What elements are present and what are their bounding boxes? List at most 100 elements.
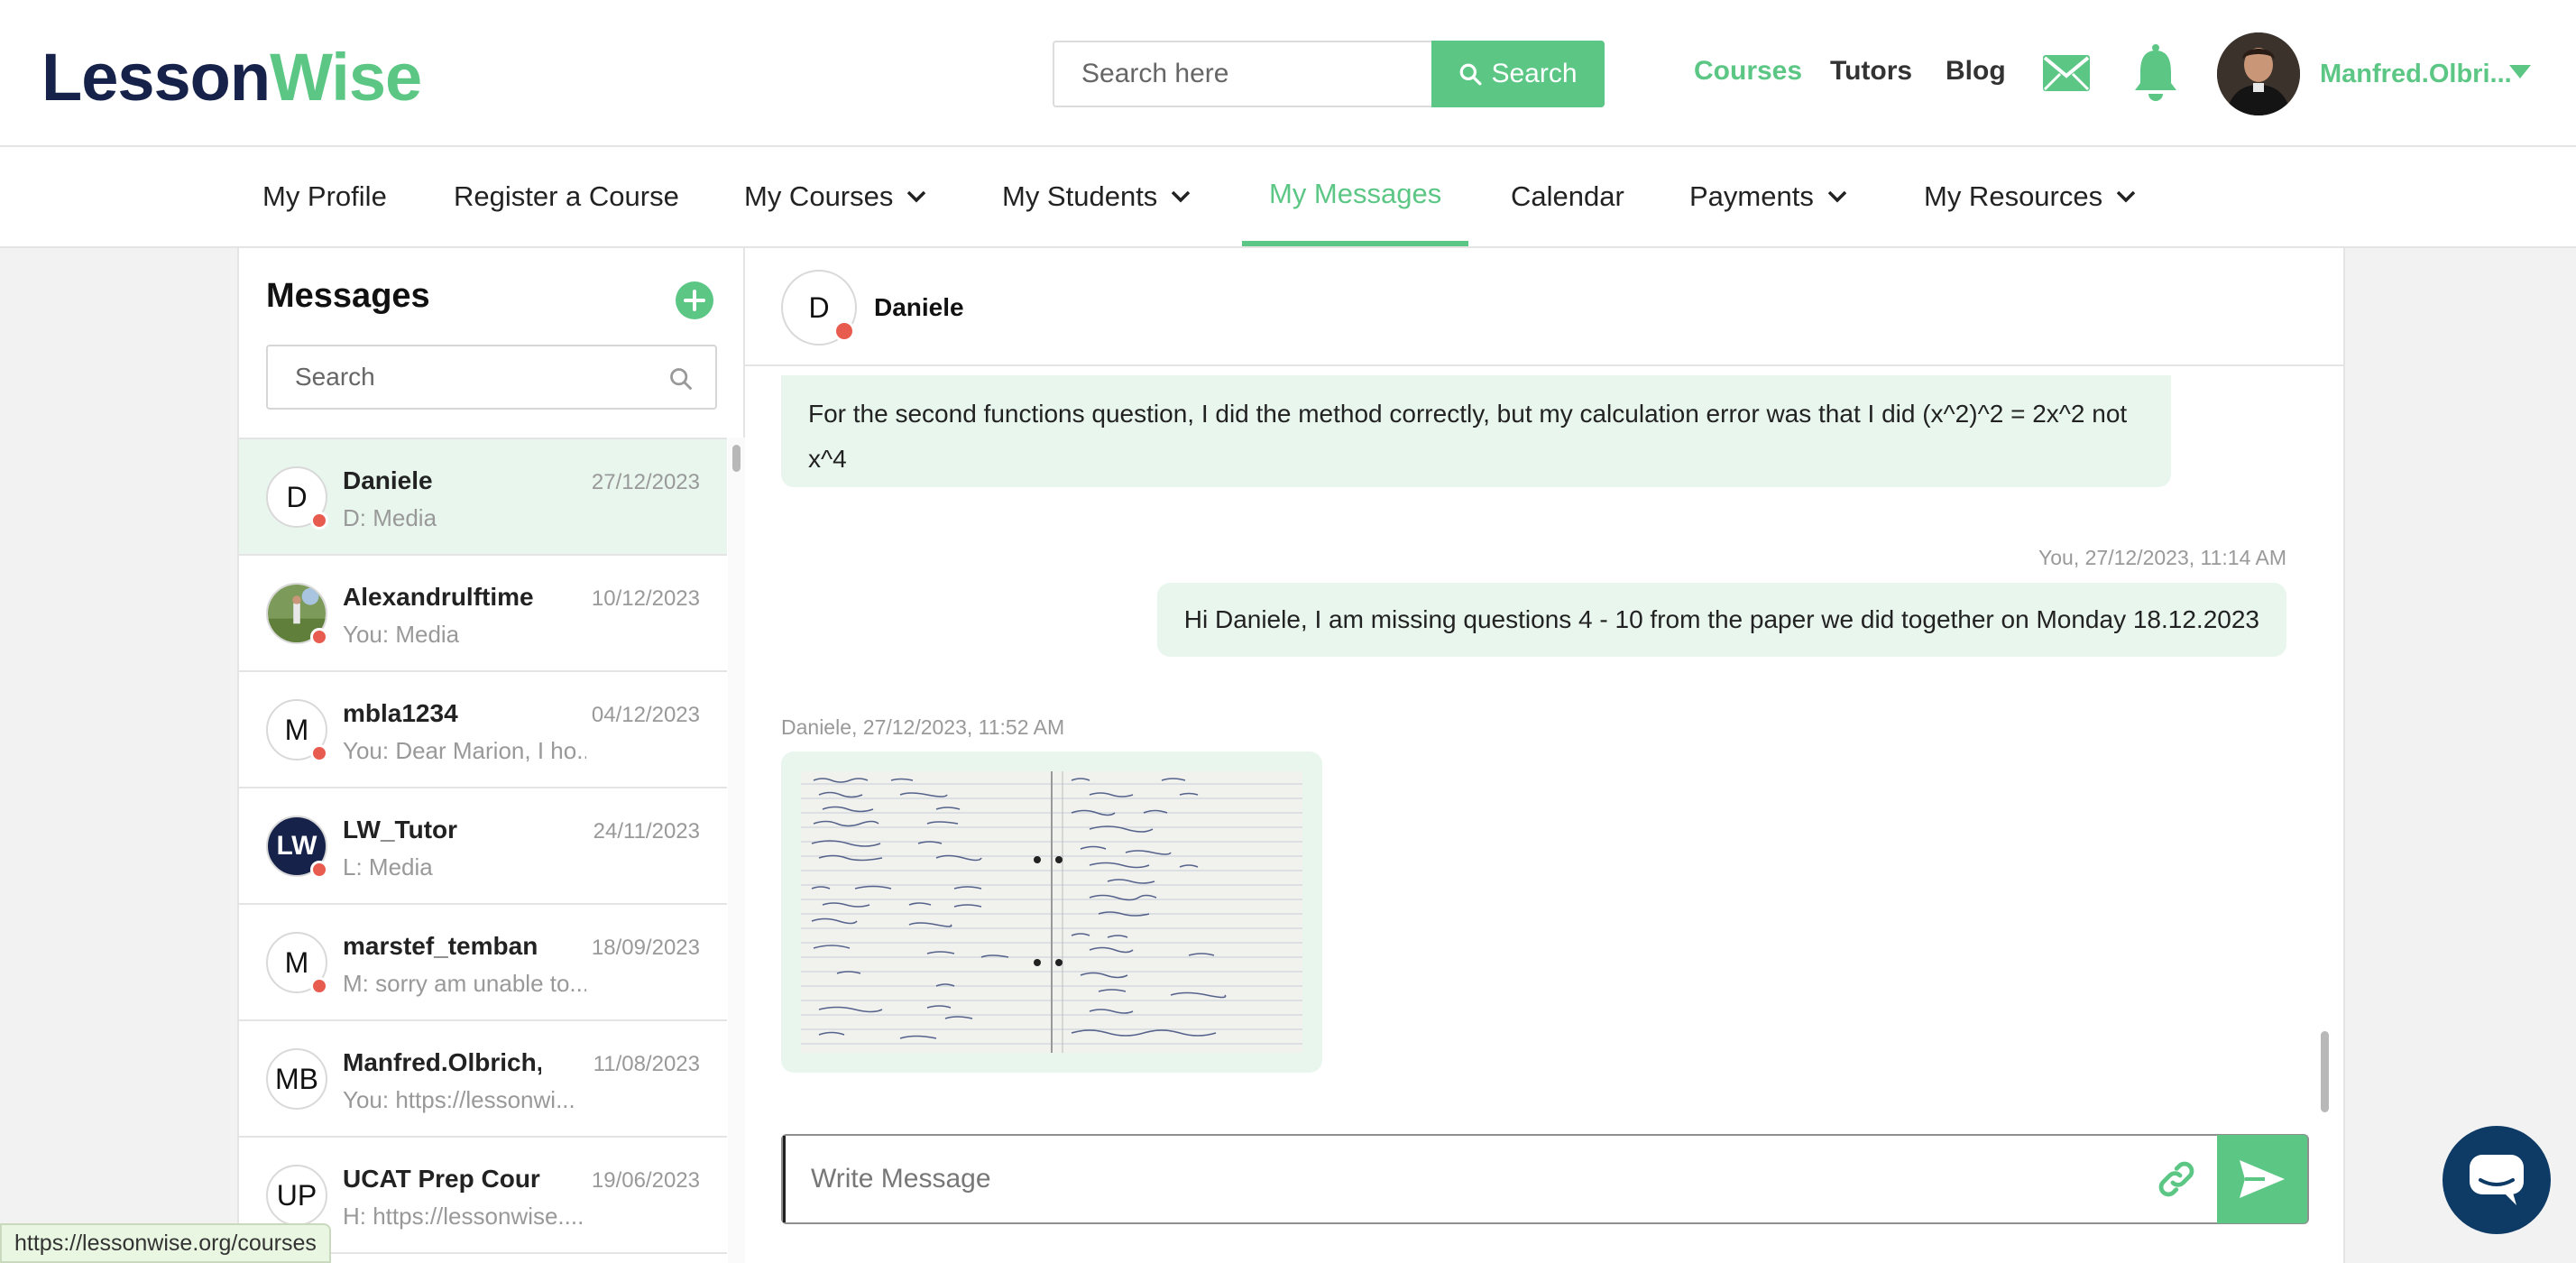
subnav-my-messages[interactable]: My Messages	[1242, 147, 1469, 246]
chevron-down-icon	[1172, 190, 1191, 203]
subnav-my-profile[interactable]: My Profile	[262, 147, 387, 246]
status-dot	[310, 744, 328, 762]
conversation-date: 10/12/2023	[591, 586, 700, 611]
chevron-down-icon	[1827, 190, 1847, 203]
site-search: Search	[1053, 41, 1605, 107]
conversation-item[interactable]: M mbla1234 04/12/2023 You: Dear Marion, …	[239, 672, 727, 788]
messages-title: Messages	[266, 277, 430, 315]
status-dot	[310, 512, 328, 530]
status-dot	[310, 861, 328, 879]
chat-bubble-icon	[2470, 1155, 2524, 1205]
conversation-item[interactable]: D Daniele 27/12/2023 D: Media	[239, 439, 727, 556]
conversation-name: mbla1234	[343, 699, 458, 727]
subnav-label: My Students	[1002, 180, 1158, 212]
conversation-list-scrollbar[interactable]	[728, 438, 745, 1263]
nav-blog-link[interactable]: Blog	[1946, 56, 2006, 87]
send-message-button[interactable]	[2217, 1135, 2307, 1223]
header: LessonWise Search Courses Tutors Blog Ma…	[0, 0, 2576, 147]
handwritten-notes-image[interactable]	[801, 771, 1302, 1053]
subnav-label: Payments	[1689, 180, 1814, 212]
nav-courses-link[interactable]: Courses	[1694, 56, 1802, 87]
conversation-item[interactable]: M marstef_temban 18/09/2023 M: sorry am …	[239, 905, 727, 1021]
logo-text-wise: Wise	[270, 40, 422, 115]
conversation-name: Daniele	[343, 466, 433, 494]
subnav-register-course[interactable]: Register a Course	[454, 147, 679, 246]
conversation-item[interactable]: LW LW_Tutor 24/11/2023 L: Media	[239, 788, 727, 905]
status-dot	[310, 977, 328, 995]
conversation-date: 19/06/2023	[591, 1168, 700, 1193]
user-avatar[interactable]	[2217, 32, 2300, 115]
chevron-down-icon	[2116, 190, 2136, 203]
search-icon	[1460, 63, 1482, 86]
site-search-input[interactable]	[1053, 41, 1431, 107]
conversation-name: UCAT Prep Cours...	[343, 1165, 541, 1193]
chat-header: D Daniele	[745, 248, 2343, 366]
message-composer	[781, 1134, 2309, 1224]
conversation-date: 18/09/2023	[591, 936, 700, 960]
caret-down-icon[interactable]	[2509, 65, 2531, 84]
scrollbar-thumb[interactable]	[732, 445, 741, 472]
conversation-name: marstef_temban	[343, 932, 538, 960]
account-subnav: My Profile Register a Course My Courses …	[0, 147, 2576, 248]
nav-tutors-link[interactable]: Tutors	[1830, 56, 1912, 87]
messages-panel: Messages D Daniele 27/12/2023 D: Media A…	[237, 248, 745, 1263]
conversation-name: LW_Tutor	[343, 816, 458, 844]
conversation-item[interactable]: Alexandrulftime 10/12/2023 You: Media	[239, 556, 727, 672]
avatar: MB	[266, 1048, 327, 1110]
support-chat-widget[interactable]	[2443, 1126, 2551, 1234]
subnav-my-courses[interactable]: My Courses	[744, 147, 927, 246]
subnav-label: Calendar	[1511, 180, 1624, 212]
conversation-date: 24/11/2023	[593, 819, 700, 844]
conversation-list: D Daniele 27/12/2023 D: Media Alexandrul…	[239, 438, 727, 1263]
message-input[interactable]	[783, 1136, 2136, 1222]
avatar-initials: LW	[276, 831, 317, 861]
subnav-label: My Resources	[1924, 180, 2103, 212]
site-search-button[interactable]: Search	[1431, 41, 1605, 107]
chat-scrollbar[interactable]	[2316, 377, 2334, 1130]
outgoing-message: Hi Daniele, I am missing questions 4 - 1…	[1156, 583, 2286, 657]
avatar: UP	[266, 1165, 327, 1226]
search-icon[interactable]	[668, 366, 694, 392]
status-dot	[310, 628, 328, 646]
user-name-menu[interactable]: Manfred.Olbri...	[2320, 60, 2512, 89]
subnav-label: My Messages	[1269, 178, 1442, 209]
conversation-date: 11/08/2023	[593, 1052, 700, 1076]
messages-search-input[interactable]	[268, 346, 647, 408]
conversation-preview: H: https://lessonwise....	[343, 1203, 584, 1230]
logo-text-lesson: Lesson	[41, 40, 271, 115]
contact-name[interactable]: Daniele	[874, 293, 964, 322]
conversation-date: 27/12/2023	[591, 470, 700, 494]
new-message-button[interactable]	[676, 281, 713, 319]
chevron-down-icon	[907, 190, 926, 203]
subnav-label: My Courses	[744, 180, 894, 212]
subnav-calendar[interactable]: Calendar	[1511, 147, 1624, 246]
conversation-item[interactable]: MB Manfred.Olbrich, ... 11/08/2023 You: …	[239, 1021, 727, 1138]
incoming-message: For the second functions question, I did…	[781, 375, 2171, 487]
mail-icon[interactable]	[2042, 54, 2091, 97]
conversation-name: Manfred.Olbrich, ...	[343, 1048, 541, 1076]
conversation-date: 04/12/2023	[591, 703, 700, 727]
attach-link-icon[interactable]	[2136, 1136, 2217, 1222]
send-icon	[2240, 1160, 2285, 1198]
conversation-name: Alexandrulftime	[343, 583, 534, 611]
conversation-preview: M: sorry am unable to...	[343, 970, 586, 997]
message-meta: You, 27/12/2023, 11:14 AM	[2038, 546, 2286, 569]
bell-icon[interactable]	[2132, 43, 2179, 106]
conversation-preview: You: Media	[343, 621, 460, 648]
subnav-payments[interactable]: Payments	[1689, 147, 1848, 246]
subnav-label: My Profile	[262, 180, 387, 212]
lessonwise-logo[interactable]: LessonWise	[41, 40, 422, 115]
conversation-preview: You: Dear Marion, I ho...	[343, 737, 586, 764]
conversation-preview: You: https://lessonwi...	[343, 1086, 575, 1113]
browser-status-url: https://lessonwise.org/courses	[0, 1223, 331, 1263]
incoming-image-message[interactable]	[781, 751, 1322, 1073]
chat-panel: D Daniele For the second functions quest…	[745, 248, 2345, 1263]
conversation-preview: L: Media	[343, 853, 433, 880]
scrollbar-thumb[interactable]	[2321, 1031, 2329, 1112]
message-meta: Daniele, 27/12/2023, 11:52 AM	[781, 715, 1065, 739]
conversation-preview: D: Media	[343, 504, 437, 531]
subnav-my-resources[interactable]: My Resources	[1924, 147, 2137, 246]
subnav-my-students[interactable]: My Students	[1002, 147, 1191, 246]
subnav-label: Register a Course	[454, 180, 679, 212]
status-dot	[833, 320, 855, 342]
